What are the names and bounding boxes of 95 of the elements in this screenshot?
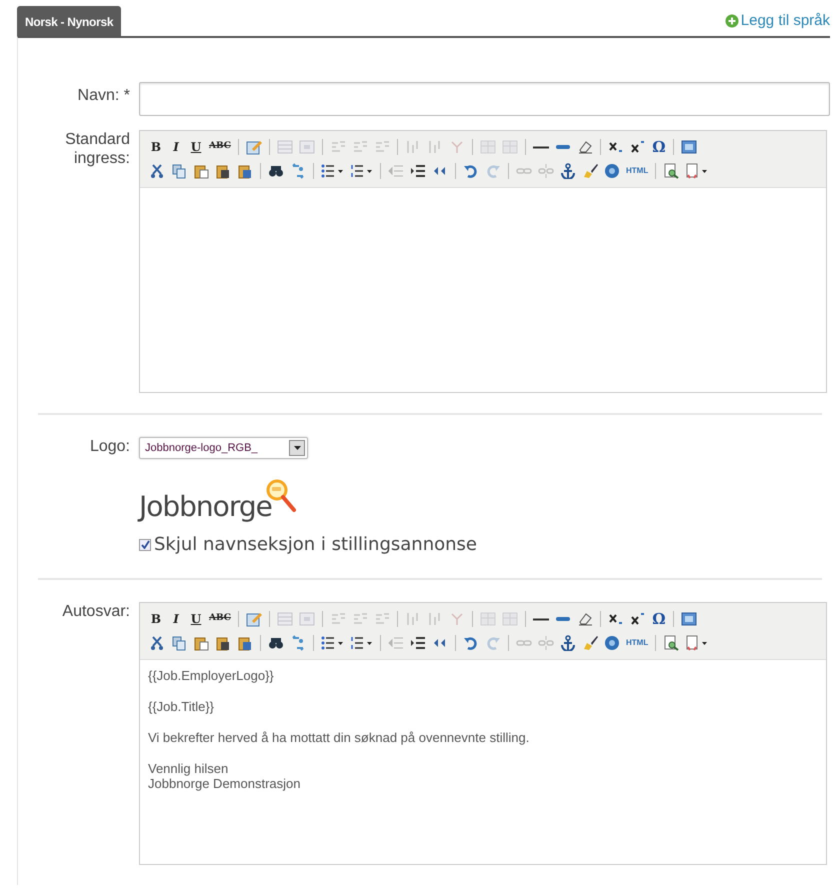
add-language-link[interactable]: Legg til språk: [724, 10, 830, 32]
plus-icon: [724, 14, 739, 28]
underline-button[interactable]: U: [186, 137, 206, 157]
replace-icon: [290, 163, 306, 179]
edit-icon: [246, 611, 262, 627]
edit-icon: [246, 139, 262, 155]
horizontal-line-icon: [532, 618, 549, 620]
eraser-icon: [576, 139, 593, 155]
table-icon: [276, 139, 293, 155]
paste-icon: [193, 635, 209, 651]
caret-icon: [294, 446, 300, 450]
logo-dropdown[interactable]: Jobbnorge-logo_RGB_: [139, 437, 308, 459]
row-icon: [374, 139, 390, 155]
template-icon: [685, 163, 708, 179]
bulleted-list-icon: [321, 635, 344, 651]
field-label: Autosvar:: [61, 602, 130, 622]
horizontal-line-icon: [532, 146, 549, 148]
row-icon: [374, 611, 390, 627]
unlink-icon: [538, 163, 554, 179]
strikethrough-button[interactable]: ABC: [206, 609, 234, 629]
frame-icon: [298, 611, 315, 627]
bulleted-list-icon: [321, 163, 344, 179]
frame-icon: [298, 139, 315, 155]
indent-icon: [410, 163, 426, 179]
undo-icon: [463, 163, 479, 179]
undo-icon: [463, 635, 479, 651]
editor-paragraph: {{Job.Title}}: [148, 699, 216, 714]
html-source-button[interactable]: HTML: [623, 161, 652, 181]
numbered-list-icon: [350, 635, 373, 651]
replace-icon: [290, 635, 306, 651]
italic-button[interactable]: I: [166, 609, 186, 629]
paste-word-icon: [237, 163, 253, 179]
outdent-icon: [388, 635, 404, 651]
editor-paragraph: {{Job.EmployerLogo}}: [148, 668, 275, 683]
table-icon: [276, 611, 293, 627]
hide-name-checkbox[interactable]: Skjul navnseksjon i stillingsannonse: [139, 531, 477, 558]
binoculars-icon: [268, 635, 284, 651]
language-tab[interactable]: Norsk - Nynorsk: [17, 6, 122, 36]
strikethrough-button[interactable]: ABC: [206, 137, 234, 157]
rich-text-editor[interactable]: B I U ABC Ω HTML {{Job.EmployerLogo}} {{Job.Title}} Vi bekrefter herved å ha mottatt din søknad på ovennevnte stilling. Vennlig hilsen Jobbnorge Demonstrasjon: [139, 602, 827, 865]
italic-button[interactable]: I: [166, 137, 186, 157]
bold-button[interactable]: B: [146, 609, 166, 629]
template-icon: [685, 635, 708, 651]
copy-icon: [171, 163, 187, 179]
scissors-icon: [149, 635, 165, 651]
image-icon: [680, 611, 697, 627]
bold-button[interactable]: B: [146, 137, 166, 157]
row-icon: [352, 139, 368, 155]
superscript-icon: [630, 611, 646, 627]
preview-icon: [663, 163, 680, 179]
field-label: Standard ingress:: [64, 130, 130, 169]
editor-paragraph: Vennlig hilsen Jobbnorge Demonstrasjon: [148, 761, 302, 791]
row-icon: [330, 139, 346, 155]
column-icon: [404, 611, 421, 627]
paste-text-icon: [215, 635, 231, 651]
preview-icon: [663, 635, 680, 651]
brush-icon: [582, 635, 598, 651]
indent-icon: [410, 635, 426, 651]
column-icon: [426, 611, 443, 627]
scissors-icon: [149, 163, 165, 179]
paste-text-icon: [215, 163, 231, 179]
brush-icon: [582, 163, 598, 179]
special-character-button[interactable]: Ω: [648, 609, 669, 629]
paste-word-icon: [237, 635, 253, 651]
grid-icon: [502, 139, 518, 155]
unlink-icon: [538, 635, 554, 651]
superscript-icon: [630, 139, 646, 155]
rich-text-editor[interactable]: B I U ABC Ω HTML: [139, 130, 827, 393]
outdent-icon: [388, 163, 404, 179]
anchor-icon: [560, 163, 576, 179]
redo-icon: [485, 635, 501, 651]
grid-icon: [502, 611, 518, 627]
column-icon: [404, 139, 421, 155]
paste-icon: [193, 163, 209, 179]
special-character-button[interactable]: Ω: [648, 137, 669, 157]
logo-text: Jobbnorge: [139, 493, 272, 521]
column-icon: [426, 139, 443, 155]
row-icon: [330, 611, 346, 627]
eraser-icon: [576, 611, 593, 627]
row-icon: [352, 611, 368, 627]
numbered-list-icon: [350, 163, 373, 179]
image-icon: [680, 139, 697, 155]
editor-paragraph: Vi bekrefter herved å ha mottatt din søknad på ovennevnte stilling.: [148, 730, 530, 745]
grid-icon: [480, 611, 496, 627]
underline-button[interactable]: U: [186, 609, 206, 629]
checkmark-icon: [140, 540, 150, 549]
redo-icon: [485, 163, 501, 179]
binoculars-icon: [268, 163, 284, 179]
field-label: Navn: *: [76, 86, 130, 106]
grid-icon: [480, 139, 496, 155]
copy-icon: [171, 635, 187, 651]
anchor-icon: [560, 635, 576, 651]
name-field[interactable]: [139, 82, 830, 116]
html-source-button[interactable]: HTML: [623, 633, 652, 653]
field-label: Logo:: [88, 437, 130, 457]
